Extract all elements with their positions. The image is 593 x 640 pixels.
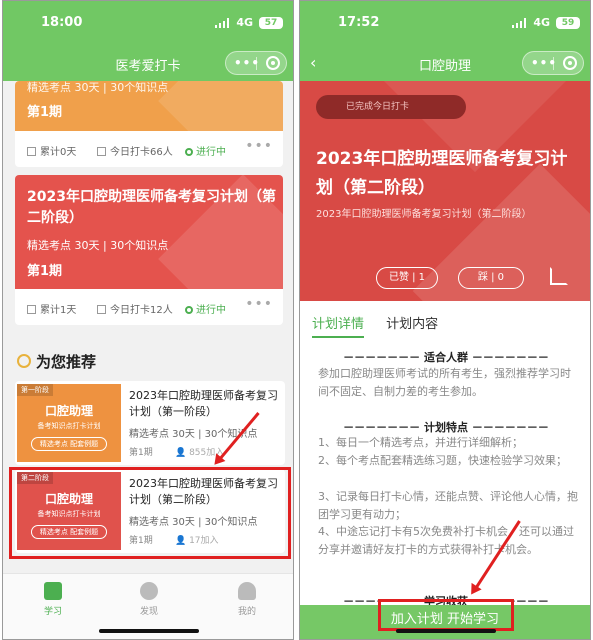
signal-icon: [215, 18, 229, 28]
total-days: 累计1天: [40, 305, 77, 316]
lightbulb-icon: [17, 354, 31, 368]
card-phase: 第1期: [27, 105, 63, 120]
today-checkins: 今日打卡66人: [110, 147, 173, 158]
share-icon[interactable]: [550, 267, 568, 285]
status-dot-icon: [185, 306, 193, 314]
compass-icon: [140, 582, 158, 600]
tab-study[interactable]: 学习: [23, 582, 83, 617]
dislike-button[interactable]: 踩 | 0: [458, 267, 524, 289]
more-icon[interactable]: •••: [245, 138, 273, 154]
calendar-icon: [27, 305, 36, 314]
highlight-box: [378, 599, 514, 631]
close-circle-icon[interactable]: [266, 56, 280, 70]
signal-icon: [512, 18, 526, 28]
user-icon: 👤: [175, 448, 190, 458]
recommend-heading: 为您推荐: [17, 351, 96, 372]
status-bar: 17:52 4G 59: [300, 15, 590, 33]
status-time: 18:00: [41, 15, 83, 30]
status-label: 进行中: [196, 305, 226, 316]
checkin-icon: [97, 305, 106, 314]
recommend-phase: 第1期: [129, 448, 153, 458]
tab-mine[interactable]: 我的: [217, 582, 277, 617]
home-indicator: [396, 629, 496, 633]
card-footer: 累计0天 今日打卡66人 进行中 •••: [15, 131, 283, 167]
like-button[interactable]: 已赞 | 1: [376, 267, 438, 289]
card-subtitle: 精选考点 30天 | 30个知识点: [27, 81, 169, 94]
tab-plan-content[interactable]: 计划内容: [386, 313, 438, 336]
network-label: 4G: [533, 16, 550, 29]
person-icon: [238, 582, 256, 600]
miniprogram-capsule[interactable]: •••: [522, 51, 584, 75]
card-phase: 第1期: [27, 264, 63, 279]
today-checkins: 今日打卡12人: [110, 305, 173, 316]
recommend-item-stage1[interactable]: 第一阶段 口腔助理 备考知识点打卡计划 精选考点 配套例题 2023年口腔助理医…: [15, 381, 285, 465]
plan-hero: 已完成今日打卡 2023年口腔助理医师备考复习计划（第二阶段） 2023年口腔助…: [300, 81, 590, 301]
done-today-badge: 已完成今日打卡: [316, 95, 466, 119]
home-indicator: [99, 629, 199, 633]
more-icon[interactable]: •••: [245, 296, 273, 312]
battery-icon: 59: [556, 17, 580, 29]
status-bar: 18:00 4G 57: [3, 15, 293, 33]
plan-card-top[interactable]: 精选考点 30天 | 30个知识点 第1期 累计0天 今日打卡66人 进行中 •…: [15, 81, 283, 167]
battery-icon: 57: [259, 17, 283, 29]
network-label: 4G: [236, 16, 253, 29]
card-subtitle: 精选考点 30天 | 30个知识点: [27, 239, 169, 252]
total-days: 累计0天: [40, 147, 77, 158]
hero-subtitle: 2023年口腔助理医师备考复习计划（第二阶段）: [316, 209, 532, 220]
miniprogram-capsule[interactable]: •••: [225, 51, 287, 75]
section-heading: －－－－－－－ 计划特点 －－－－－－－: [343, 421, 549, 434]
book-icon: [44, 582, 62, 600]
status-label: 进行中: [196, 147, 226, 158]
right-phone-screen: 17:52 4G 59 ‹ 口腔助理 ••• 已完成今日打卡 2023年口腔助理…: [299, 0, 591, 640]
status-time: 17:52: [338, 15, 380, 30]
status-dot-icon: [185, 148, 193, 156]
tab-plan-details[interactable]: 计划详情: [312, 313, 365, 338]
checkin-icon: [97, 147, 106, 156]
hero-title: 2023年口腔助理医师备考复习计划（第二阶段）: [316, 149, 568, 198]
card-footer: 累计1天 今日打卡12人 进行中 •••: [15, 289, 283, 325]
detail-tabs: 计划详情 计划内容: [312, 313, 456, 338]
plan-card-second[interactable]: 2023年口腔助理医师备考复习计划（第二阶段） 精选考点 30天 | 30个知识…: [15, 175, 283, 325]
close-circle-icon[interactable]: [563, 56, 577, 70]
tab-discover[interactable]: 发现: [119, 582, 179, 617]
feature-item: 2、每个考点配套精选练习题，快速检验学习效果；: [318, 454, 567, 467]
section-text: 参加口腔助理医师考试的所有考生，强烈推荐学习时间不固定、自制力差的考生参加。: [318, 367, 571, 398]
feature-item: 3、记录每日打卡心情，还能点赞、评论他人心情，抱团学习更有动力；: [318, 490, 578, 521]
left-phone-screen: 18:00 4G 57 医考爱打卡 ••• 精选考点 30天 | 30个知识点 …: [2, 0, 294, 640]
highlight-box: [9, 467, 291, 559]
feature-item: 1、每日一个精选考点，并进行详细解析；: [318, 436, 523, 449]
card-title: 2023年口腔助理医师备考复习计划（第二阶段）: [27, 189, 276, 226]
feature-item: 4、中途忘记打卡有5次免费补打卡机会，还可以通过分享并邀请好友打卡的方式获得补打…: [318, 525, 574, 556]
calendar-icon: [27, 147, 36, 156]
thumbnail: 第一阶段 口腔助理 备考知识点打卡计划 精选考点 配套例题: [17, 384, 121, 462]
section-heading: －－－－－－－ 适合人群 －－－－－－－: [343, 351, 549, 364]
